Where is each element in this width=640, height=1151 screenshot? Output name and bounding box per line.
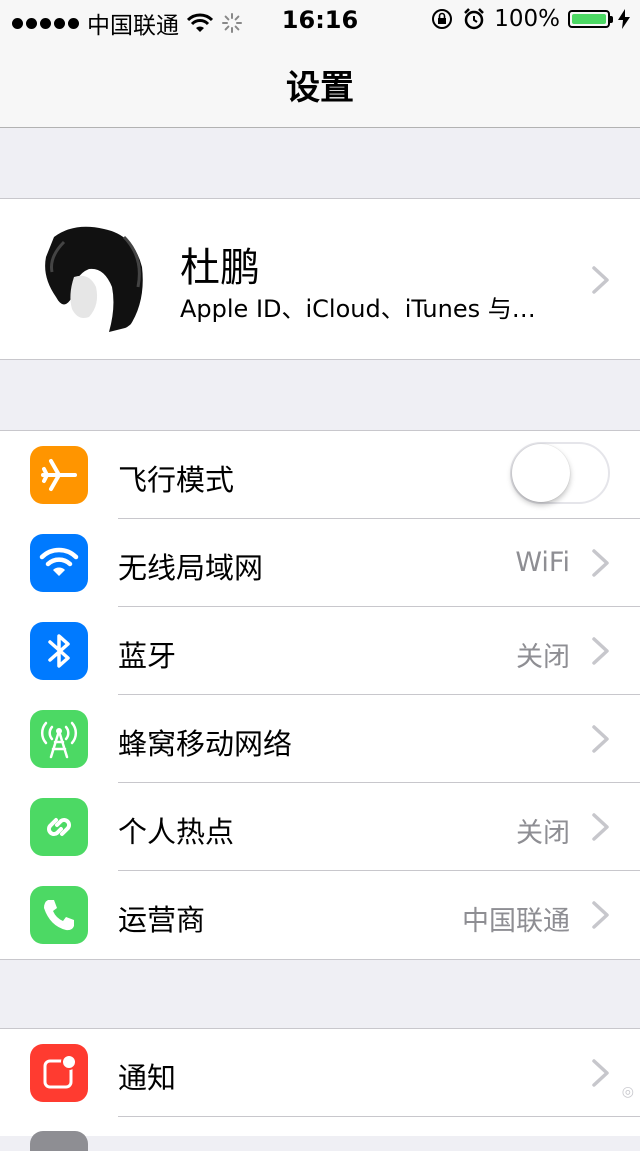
chevron-right-icon xyxy=(592,1059,609,1087)
network-settings-group: 飞行模式 无线局域网 WiFi 蓝牙 关闭 蜂窝移动网络 个人热点 关闭 运营商… xyxy=(0,430,640,960)
wifi-value: WiFi xyxy=(515,547,570,578)
profile-subtitle: Apple ID、iCloud、iTunes 与… xyxy=(180,295,536,323)
watermark-logo: ◎ xyxy=(621,1084,634,1100)
hotspot-link-icon xyxy=(30,798,88,856)
apple-id-profile-row[interactable]: 杜鹏 Apple ID、iCloud、iTunes 与… xyxy=(0,198,640,360)
rotation-lock-icon xyxy=(432,9,453,29)
cellular-label: 蜂窝移动网络 xyxy=(118,727,293,761)
page-title: 设置 xyxy=(286,68,354,108)
status-bar: 中国联通 16:16 100% xyxy=(0,0,640,40)
wifi-icon xyxy=(30,534,88,592)
chevron-right-icon xyxy=(592,813,609,841)
airplane-mode-label: 飞行模式 xyxy=(118,463,235,497)
settings-row-airplane-mode: 飞行模式 xyxy=(0,431,640,519)
settings-row-next-icon xyxy=(30,1131,88,1151)
hotspot-label: 个人热点 xyxy=(118,815,235,849)
cellular-antenna-icon xyxy=(30,710,88,768)
profile-name: 杜鹏 xyxy=(180,245,260,291)
alarm-icon xyxy=(464,8,485,30)
settings-row-bluetooth[interactable]: 蓝牙 关闭 xyxy=(0,607,640,695)
navigation-bar: 设置 xyxy=(0,40,640,128)
bluetooth-value: 关闭 xyxy=(516,642,570,673)
bluetooth-icon xyxy=(30,622,88,680)
battery-icon xyxy=(568,10,613,28)
toggle-knob xyxy=(512,444,570,502)
chevron-right-icon xyxy=(592,637,609,665)
chevron-right-icon xyxy=(592,725,609,753)
carrier-value: 中国联通 xyxy=(462,906,570,937)
settings-row-cellular[interactable]: 蜂窝移动网络 xyxy=(0,695,640,783)
status-right: 100% xyxy=(430,6,630,32)
bluetooth-label: 蓝牙 xyxy=(118,639,177,673)
settings-row-personal-hotspot[interactable]: 个人热点 关闭 xyxy=(0,783,640,871)
airplane-icon xyxy=(30,446,88,504)
notifications-label: 通知 xyxy=(118,1061,177,1095)
settings-row-carrier[interactable]: 运营商 中国联通 xyxy=(0,871,640,959)
avatar xyxy=(34,217,154,337)
chevron-right-icon xyxy=(592,901,609,929)
chevron-right-icon xyxy=(592,266,609,294)
settings-row-wifi[interactable]: 无线局域网 WiFi xyxy=(0,519,640,607)
notifications-icon xyxy=(30,1044,88,1102)
wifi-label: 无线局域网 xyxy=(118,551,264,585)
phone-icon xyxy=(30,886,88,944)
notification-settings-group: 通知 xyxy=(0,1028,640,1151)
battery-percent: 100% xyxy=(494,6,560,32)
carrier-label: 运营商 xyxy=(118,903,206,937)
settings-row-notifications[interactable]: 通知 xyxy=(0,1029,640,1117)
charging-bolt-icon xyxy=(618,9,630,29)
hotspot-value: 关闭 xyxy=(516,818,570,849)
chevron-right-icon xyxy=(592,549,609,577)
airplane-mode-toggle[interactable] xyxy=(510,442,610,504)
